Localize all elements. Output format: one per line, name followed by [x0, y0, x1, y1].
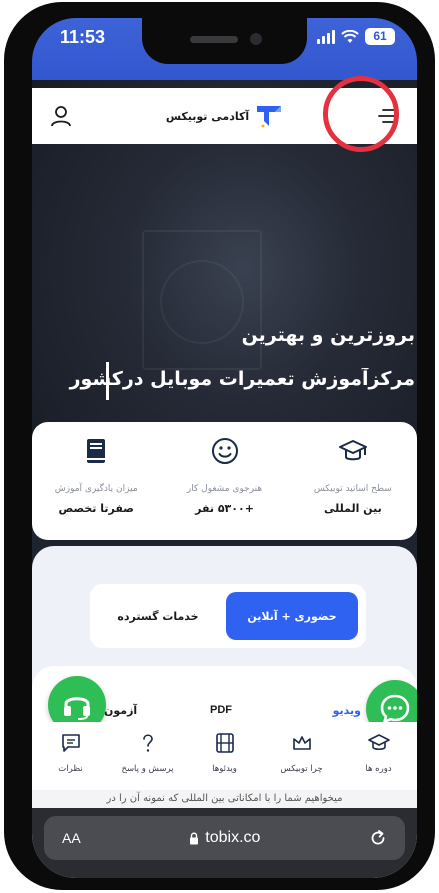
- user-icon[interactable]: [50, 105, 72, 127]
- signal-icon: [317, 29, 335, 44]
- status-indicators: 61: [317, 28, 395, 45]
- smiley-icon: [211, 438, 238, 464]
- stat-label: میزان یادگیری آموزش: [54, 484, 138, 494]
- browser-toolbar: AA tobix.co: [32, 808, 417, 878]
- hero-headline: بروزترین و بهترین: [241, 324, 415, 346]
- film-icon: [215, 733, 234, 753]
- headset-icon: [64, 697, 90, 720]
- nav-label: ویدئوها: [212, 764, 237, 774]
- brand-name: آکادمی توبیکس: [165, 109, 250, 123]
- question-icon: [142, 734, 153, 752]
- stat-value: بین المللی: [323, 502, 382, 515]
- media-video-link[interactable]: ویدیو: [333, 704, 361, 717]
- nav-label: نظرات: [58, 764, 83, 774]
- nav-courses[interactable]: دوره ها: [344, 732, 414, 774]
- book-icon: [87, 439, 106, 463]
- section-intro-text: میخواهیم شما را با امکاناتی بین المللی ک…: [32, 790, 417, 810]
- address-bar[interactable]: AA tobix.co: [44, 816, 405, 860]
- battery-icon: 61: [365, 28, 395, 45]
- chat-bubble-icon: [380, 694, 410, 724]
- tobix-logo-icon: [257, 106, 282, 128]
- nav-faq[interactable]: پرسش و پاسخ: [113, 732, 183, 774]
- camera: [250, 33, 262, 45]
- notch: [142, 18, 307, 64]
- nav-reviews[interactable]: نظرات: [36, 732, 106, 774]
- status-time: 11:53: [60, 27, 106, 47]
- wifi-icon: [341, 29, 359, 43]
- stat-students: هنرجوی مشغول کار +۵۳۰۰ نفر: [160, 422, 288, 540]
- service-tabs: خدمات گسترده حضوری + آنلاین: [90, 584, 366, 648]
- stat-instructors: سطح اساتید توبیکس بین المللی: [289, 422, 417, 540]
- nav-why-tobix[interactable]: چرا توبیکس: [267, 732, 337, 774]
- crown-icon: [292, 736, 311, 750]
- stat-learning: میزان یادگیری آموزش صفرتا تخصص: [32, 422, 160, 540]
- comment-icon: [61, 734, 80, 752]
- stat-label: هنرجوی مشغول کار: [186, 484, 263, 494]
- reload-icon[interactable]: [369, 829, 387, 847]
- speaker: [190, 36, 238, 43]
- stats-card: سطح اساتید توبیکس بین المللی هنرجوی مشغو…: [32, 422, 417, 540]
- hero-subheadline: مرکزآموزش تعمیرات موبایل درکشور: [69, 368, 415, 390]
- nav-videos[interactable]: ویدئوها: [190, 732, 260, 774]
- nav-label: پرسش و پاسخ: [121, 764, 174, 774]
- bottom-nav: دوره ها چرا توبیکس ویدئوها پرسش و پاسخ ن…: [32, 722, 417, 790]
- url-display[interactable]: tobix.co: [189, 829, 260, 847]
- stat-label: سطح اساتید توبیکس: [313, 484, 392, 494]
- stat-value: +۵۳۰۰ نفر: [195, 502, 254, 515]
- site-header: آکادمی توبیکس: [32, 88, 417, 144]
- brand-logo[interactable]: آکادمی توبیکس: [166, 102, 283, 130]
- graduation-cap-icon: [338, 440, 367, 461]
- media-pdf-link[interactable]: PDF: [210, 704, 232, 716]
- text-size-button[interactable]: AA: [62, 830, 81, 846]
- tab-wide-services[interactable]: خدمات گسترده: [98, 592, 218, 640]
- lock-icon: [190, 832, 199, 844]
- status-bar: 11:53 61: [32, 18, 417, 80]
- nav-label: دوره ها: [365, 764, 392, 774]
- nav-label: چرا توبیکس: [280, 764, 323, 774]
- phone-frame: 11:53 61 آکادمی توبیکس بروزترین و بهترین…: [4, 2, 435, 890]
- media-exam-link[interactable]: آزمون: [104, 704, 137, 717]
- graduation-cap-icon: [367, 734, 390, 751]
- url-text: tobix.co: [205, 829, 261, 846]
- screen: 11:53 61 آکادمی توبیکس بروزترین و بهترین…: [32, 18, 417, 878]
- tab-in-person-online[interactable]: حضوری + آنلاین: [226, 592, 358, 640]
- menu-icon[interactable]: [377, 105, 399, 127]
- stat-value: صفرتا تخصص: [58, 502, 134, 515]
- typing-caret: [106, 362, 109, 400]
